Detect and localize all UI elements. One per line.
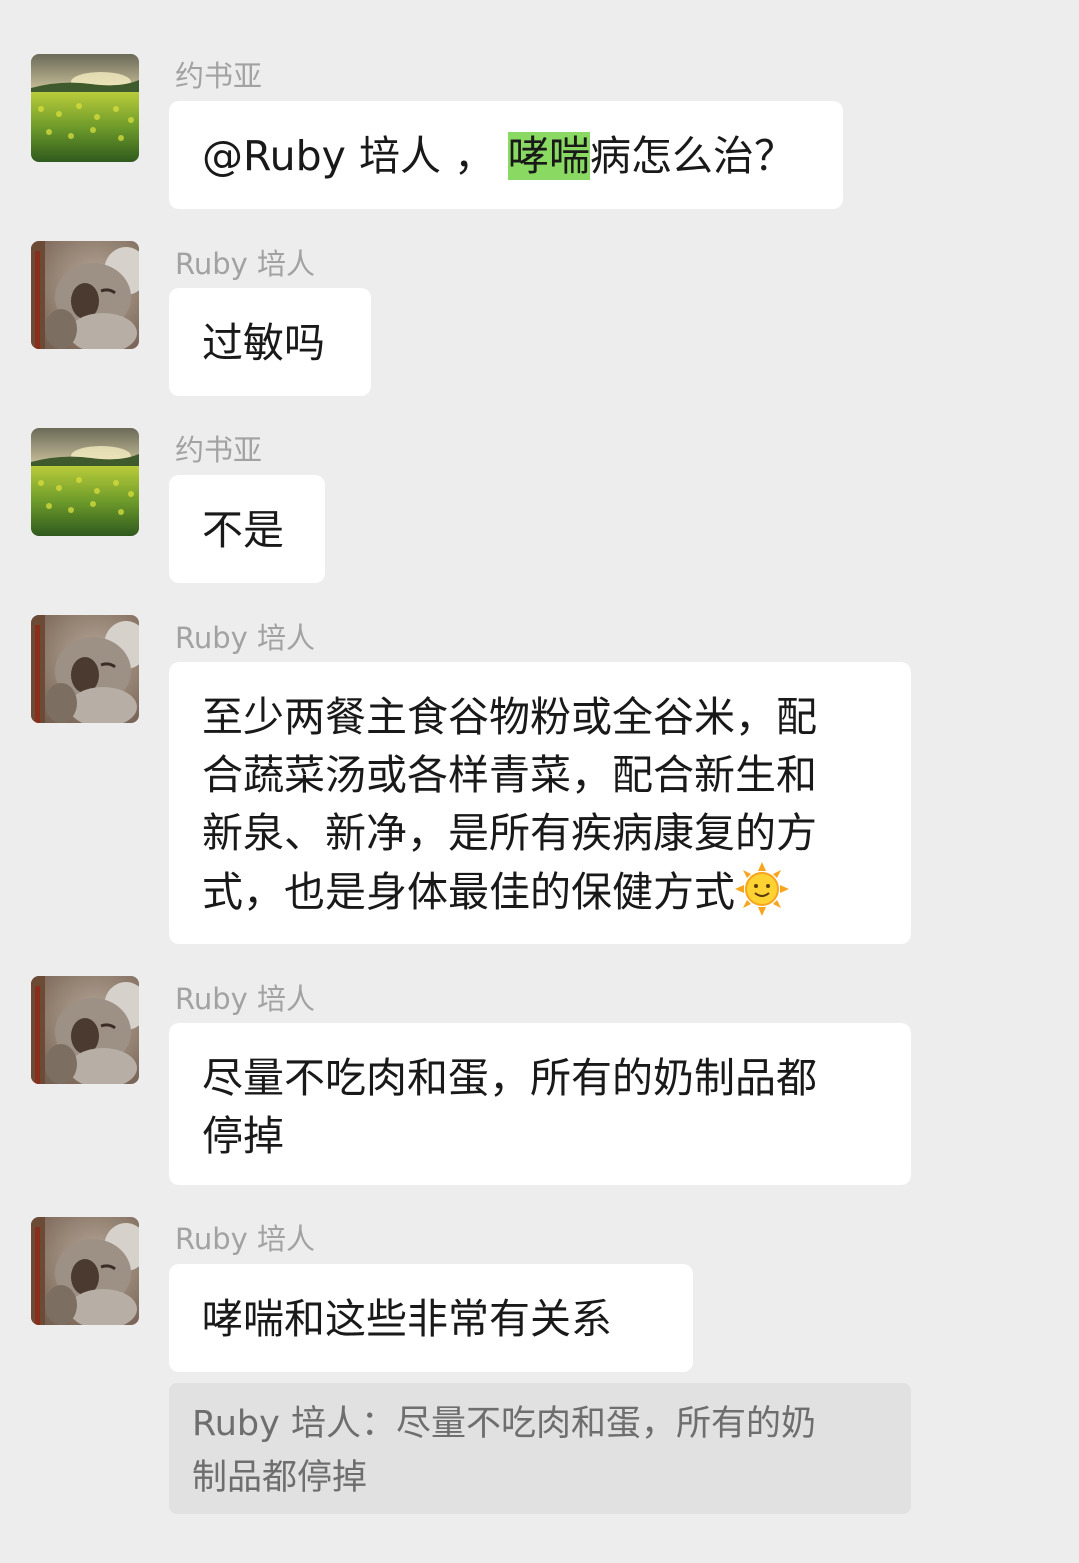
koala-avatar [31,976,139,1084]
sender-name: Ruby 培人 [175,1222,316,1256]
quoted-message[interactable]: Ruby 培人：尽量不吃肉和蛋，所有的奶 制品都停掉 [169,1383,911,1514]
message-line: 至少两餐主食谷物粉或全谷米，配 [202,693,817,741]
sender-name: 约书亚 [175,433,263,467]
koala-avatar [31,1217,139,1325]
sun-icon [735,862,789,916]
message-line: 过敏吗 [202,319,325,367]
quote-line: 制品都停掉 [192,1458,368,1498]
sender-name: 约书亚 [175,59,263,93]
sender-name: Ruby 培人 [175,247,316,281]
message-bubble[interactable]: 尽量不吃肉和蛋，所有的奶制品都 停掉 [169,1023,911,1185]
message-bubble[interactable]: 至少两餐主食谷物粉或全谷米，配 合蔬菜汤或各样青菜，配合新生和 新泉、新净，是所… [169,662,911,944]
message-line: 停掉 [202,1112,284,1160]
sender-name: Ruby 培人 [175,621,316,655]
koala-avatar [31,241,139,349]
sender-name: Ruby 培人 [175,982,316,1016]
field-avatar [31,54,139,162]
avatar[interactable] [31,615,139,723]
avatar[interactable] [31,428,139,536]
message-line: 合蔬菜汤或各样青菜，配合新生和 [202,751,817,799]
koala-avatar [31,615,139,723]
message-line: 式，也是身体最佳的保健方式 [202,862,879,921]
message-bubble[interactable]: 哮喘和这些非常有关系 [169,1264,693,1372]
message-bubble[interactable]: 过敏吗 [169,288,371,396]
avatar[interactable] [31,976,139,1084]
search-highlight: 哮喘 [508,132,591,180]
quote-line: Ruby 培人：尽量不吃肉和蛋，所有的奶 [192,1404,816,1444]
message-line: 尽量不吃肉和蛋，所有的奶制品都 [202,1054,817,1102]
message-bubble[interactable]: 不是 [169,475,325,583]
field-avatar [31,428,139,536]
avatar[interactable] [31,241,139,349]
message-line: 哮喘和这些非常有关系 [202,1295,612,1343]
message-bubble[interactable]: @Ruby 培人 ， 哮喘病怎么治？ [169,101,843,209]
message-line: 不是 [202,506,284,554]
avatar[interactable] [31,54,139,162]
message-line: @Ruby 培人 ， 哮喘病怎么治？ [202,132,796,180]
message-line: 新泉、新净，是所有疾病康复的方 [202,809,817,857]
avatar[interactable] [31,1217,139,1325]
